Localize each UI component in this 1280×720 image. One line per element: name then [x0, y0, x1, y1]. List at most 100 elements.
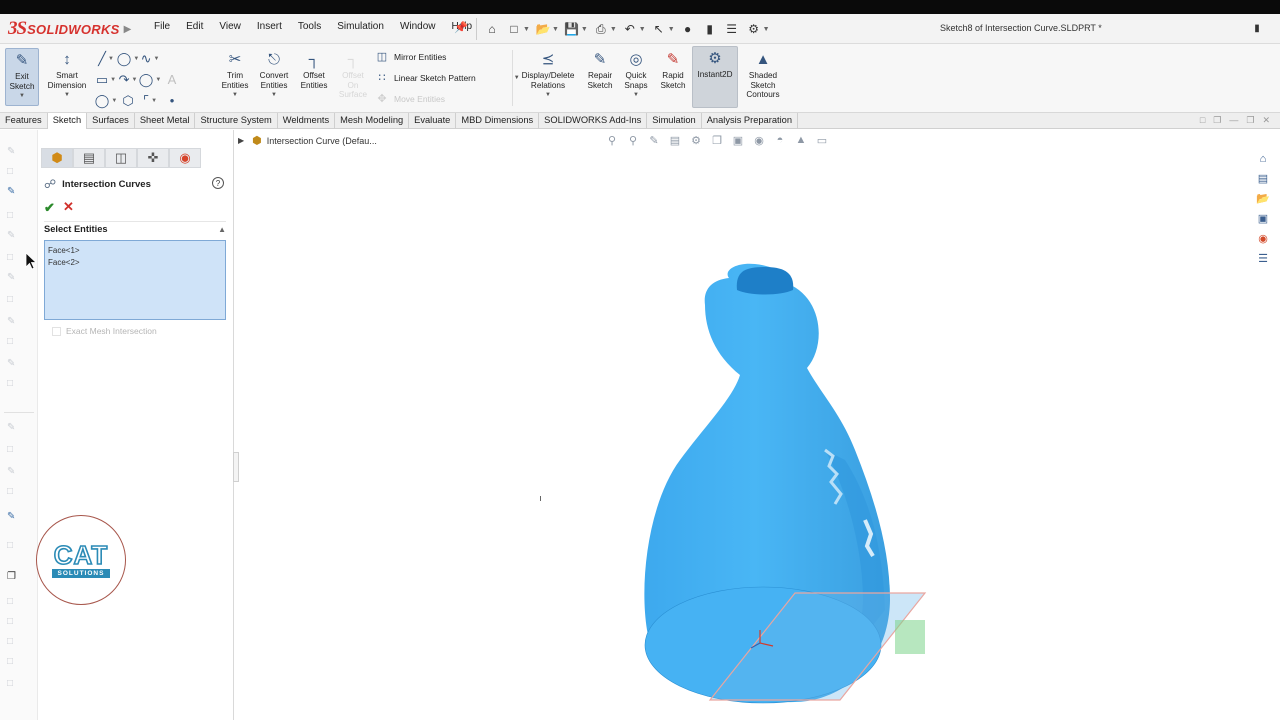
instant2d-button[interactable]: ⚙ Instant2D [692, 46, 738, 108]
select-arrow-icon[interactable]: ↖ [650, 20, 668, 38]
shaded-sketch-contours-button[interactable]: ▲ Shaded Sketch Contours [740, 48, 786, 100]
tree-item-icon[interactable]: □ [7, 210, 21, 222]
spline-icon[interactable]: ∿ ▼ [139, 48, 161, 69]
propertymanager-icon[interactable]: ▤ [73, 148, 105, 168]
chevron-up-icon[interactable]: ▲ [218, 225, 226, 234]
tree-item-icon[interactable]: ✎ [7, 272, 21, 284]
tree-item-icon[interactable]: □ [7, 636, 21, 648]
tree-item-icon[interactable]: ✎ [7, 422, 21, 434]
chevron-right-icon[interactable]: ▶ [124, 22, 142, 36]
exact-mesh-intersection-option[interactable]: Exact Mesh Intersection [52, 326, 157, 336]
chevron-down-icon[interactable]: ▼ [271, 92, 277, 98]
ok-button[interactable]: ✔ [44, 200, 55, 216]
list-item[interactable]: Face<1> [48, 245, 222, 257]
list-item[interactable]: Face<2> [48, 257, 222, 269]
rebuild-icon[interactable]: ● [679, 20, 697, 38]
polygon-icon[interactable]: ⬡ [117, 90, 139, 111]
tab-weldments[interactable]: Weldments [278, 113, 336, 129]
tree-item-icon[interactable]: □ [7, 616, 21, 628]
tab-sheet-metal[interactable]: Sheet Metal [135, 113, 196, 129]
offset-on-surface-button[interactable]: ┐ Offset On Surface [336, 48, 370, 100]
trim-entities-button[interactable]: ✂ Trim Entities ▼ [216, 48, 254, 98]
tree-item-icon[interactable]: ✎ [7, 316, 21, 328]
menu-insert[interactable]: Insert [249, 21, 290, 32]
display-delete-relations-button[interactable]: ⪯ Display/Delete Relations ▼ [516, 48, 580, 98]
tab-structure-system[interactable]: Structure System [195, 113, 278, 129]
menu-edit[interactable]: Edit [178, 21, 211, 32]
tab-mbd-dimensions[interactable]: MBD Dimensions [456, 113, 540, 129]
smart-dimension-button[interactable]: ↕ Smart Dimension ▼ [44, 48, 90, 99]
tree-item-icon[interactable]: □ [7, 596, 21, 608]
menu-window[interactable]: Window [392, 21, 444, 32]
circle-icon[interactable]: ◯ ▼ [117, 48, 140, 69]
bottle-model[interactable] [235, 130, 1280, 720]
tab-analysis-preparation[interactable]: Analysis Preparation [702, 113, 798, 129]
move-entities-button[interactable]: ✥ Move Entities [374, 92, 445, 105]
chevron-down-icon[interactable]: ▼ [523, 26, 530, 33]
gear-icon[interactable]: ⚙ [745, 20, 763, 38]
tree-item-icon[interactable]: □ [7, 378, 21, 390]
minimize-icon[interactable]: — [1229, 115, 1238, 126]
sketch-feature-icon[interactable]: ✎ [7, 511, 21, 523]
arc-icon[interactable]: ↷ ▼ [117, 69, 139, 90]
tree-item-icon[interactable]: □ [7, 252, 21, 264]
chevron-down-icon[interactable]: ▼ [232, 92, 238, 98]
featuremanager-icon[interactable]: ⬢ [41, 148, 73, 168]
open-folder-icon[interactable]: 📂 [534, 20, 552, 38]
tile-icon[interactable]: □ [1200, 115, 1205, 126]
chevron-down-icon[interactable]: ▼ [581, 26, 588, 33]
text-icon[interactable]: A [161, 69, 183, 90]
slot-icon[interactable]: ◯ ▼ [95, 90, 118, 111]
solidworks-logo[interactable]: 3S SOLIDWORKS ▶ [8, 17, 142, 41]
dimxpertmanager-icon[interactable]: ✜ [137, 148, 169, 168]
checkbox[interactable] [52, 326, 61, 336]
tree-item-icon[interactable]: ✎ [7, 466, 21, 478]
rectangle-icon[interactable]: ▭ ▼ [95, 69, 117, 90]
tree-item-icon[interactable]: □ [7, 678, 21, 690]
tree-item-icon[interactable]: ✎ [7, 146, 21, 158]
help-icon[interactable]: ? [212, 177, 224, 189]
point-icon[interactable]: • [161, 90, 183, 111]
tab-mesh-modeling[interactable]: Mesh Modeling [335, 113, 410, 129]
tree-item-icon[interactable]: ✎ [7, 358, 21, 370]
repair-sketch-button[interactable]: ✎ Repair Sketch [582, 48, 618, 90]
chevron-down-icon[interactable]: ▼ [763, 26, 770, 33]
chevron-down-icon[interactable]: ▼ [545, 92, 551, 98]
appearance-icon[interactable]: ◉ [169, 148, 201, 168]
menu-view[interactable]: View [211, 21, 249, 32]
restore-icon[interactable]: ❐ [1213, 115, 1221, 126]
chevron-down-icon[interactable]: ▼ [64, 92, 70, 98]
tab-surfaces[interactable]: Surfaces [87, 113, 135, 129]
tree-item-icon[interactable]: □ [7, 540, 21, 552]
tree-item-icon[interactable]: ✎ [7, 230, 21, 242]
options-list-icon[interactable]: ☰ [723, 20, 741, 38]
tree-item-icon[interactable]: □ [7, 294, 21, 306]
chevron-down-icon[interactable]: ▼ [19, 93, 25, 99]
pin-icon[interactable]: 📌 [454, 21, 468, 34]
cancel-button[interactable]: ✕ [63, 199, 74, 215]
exit-sketch-button[interactable]: ✎ Exit Sketch ▼ [5, 48, 39, 106]
tree-item-icon[interactable]: □ [7, 444, 21, 456]
tab-simulation[interactable]: Simulation [647, 113, 702, 129]
active-sketch-icon[interactable]: ✎ [7, 186, 21, 198]
fillet-icon[interactable]: ⌜ ▼ [139, 90, 161, 111]
chevron-down-icon[interactable]: ▼ [633, 92, 639, 98]
save-icon[interactable]: 💾 [563, 20, 581, 38]
tab-solidworks-add-ins[interactable]: SOLIDWORKS Add-Ins [539, 113, 648, 129]
mirror-entities-button[interactable]: ◫ Mirror Entities [374, 50, 447, 63]
chevron-down-icon[interactable]: ▼ [639, 26, 646, 33]
menu-file[interactable]: File [146, 21, 178, 32]
configurationmanager-icon[interactable]: ◫ [105, 148, 137, 168]
file-properties-icon[interactable]: ▮ [701, 20, 719, 38]
selection-list[interactable]: Face<1> Face<2> [44, 240, 226, 320]
linear-sketch-pattern-button[interactable]: ∷ Linear Sketch Pattern ▼ [374, 71, 520, 84]
tree-item-icon[interactable]: □ [7, 336, 21, 348]
new-document-icon[interactable]: □ [505, 20, 523, 38]
chevron-down-icon[interactable]: ▼ [552, 26, 559, 33]
tab-sketch[interactable]: Sketch [47, 113, 88, 129]
print-icon[interactable]: ⎙ [592, 20, 610, 38]
maximize-icon[interactable]: ❐ [1246, 115, 1254, 126]
tab-evaluate[interactable]: Evaluate [409, 113, 457, 129]
quick-snaps-button[interactable]: ◎ Quick Snaps ▼ [620, 48, 652, 98]
tab-features[interactable]: Features [0, 113, 48, 129]
